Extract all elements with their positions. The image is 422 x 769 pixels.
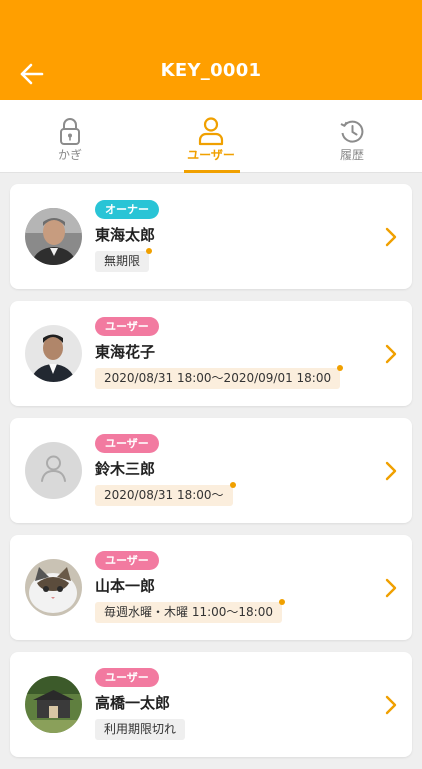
tab-key-label: かぎ (57, 148, 82, 162)
active-tab-indicator (184, 170, 240, 173)
period-tag: 2020/08/31 18:00～ (95, 482, 236, 506)
period-tag: 無期限 (95, 248, 153, 272)
role-badge: ユーザー (95, 551, 159, 570)
user-name: 山本一郎 (95, 577, 156, 595)
tab-bar: かぎ ユーザー 履歴 (0, 100, 422, 173)
role-badge: オーナー (95, 200, 159, 219)
user-name: 東海太郎 (95, 226, 156, 244)
period-text: 2020/08/31 18:00～ (104, 488, 224, 502)
user-name: 高橋一太郎 (95, 694, 171, 712)
chevron-right-icon (385, 344, 397, 364)
chevron-right-icon (385, 227, 397, 247)
user-name: 鈴木三郎 (95, 460, 156, 478)
avatar (25, 325, 82, 382)
app-header: KEY_0001 (0, 0, 422, 100)
tab-users[interactable]: ユーザー (141, 100, 281, 172)
period-text: 利用期限切れ (104, 722, 177, 736)
period-text: 無期限 (104, 254, 141, 268)
period-tag: 毎週水曜・木曜 11:00～18:00 (95, 599, 285, 623)
user-card[interactable]: ユーザー 東海花子 2020/08/31 18:00～2020/09/01 18… (10, 301, 412, 406)
chevron-right-icon (385, 578, 397, 598)
role-badge: ユーザー (95, 668, 159, 687)
period-text: 2020/08/31 18:00～2020/09/01 18:00 (104, 371, 332, 385)
user-list: オーナー 東海太郎 無期限 ユーザー 東海花子 2020/08/31 18:00… (10, 184, 412, 769)
avatar (25, 208, 82, 265)
tab-users-label: ユーザー (187, 148, 235, 162)
avatar (25, 442, 82, 499)
notification-dot (278, 599, 285, 605)
notification-dot (229, 482, 236, 488)
notification-dot (337, 365, 344, 371)
user-card[interactable]: ユーザー 鈴木三郎 2020/08/31 18:00～ (10, 418, 412, 523)
user-card[interactable]: ユーザー 高橋一太郎 利用期限切れ (10, 652, 412, 757)
history-icon (340, 120, 364, 143)
person-icon (198, 117, 224, 146)
role-badge: ユーザー (95, 317, 159, 336)
period-text: 毎週水曜・木曜 11:00～18:00 (104, 605, 273, 619)
notification-dot (146, 248, 153, 254)
avatar (25, 676, 82, 733)
tab-key[interactable]: かぎ (0, 100, 140, 172)
period-tag: 2020/08/31 18:00～2020/09/01 18:00 (95, 365, 344, 389)
avatar (25, 559, 82, 616)
period-tag: 利用期限切れ (95, 719, 186, 740)
user-name: 東海花子 (95, 343, 156, 361)
tab-history-label: 履歴 (339, 148, 364, 162)
user-card[interactable]: オーナー 東海太郎 無期限 (10, 184, 412, 289)
user-card[interactable]: ユーザー 山本一郎 毎週水曜・木曜 11:00～18:00 (10, 535, 412, 640)
tab-history[interactable]: 履歴 (282, 100, 422, 172)
page-title: KEY_0001 (160, 60, 262, 81)
padlock-icon (60, 118, 80, 145)
role-badge: ユーザー (95, 434, 159, 453)
chevron-right-icon (385, 695, 397, 715)
chevron-right-icon (385, 461, 397, 481)
